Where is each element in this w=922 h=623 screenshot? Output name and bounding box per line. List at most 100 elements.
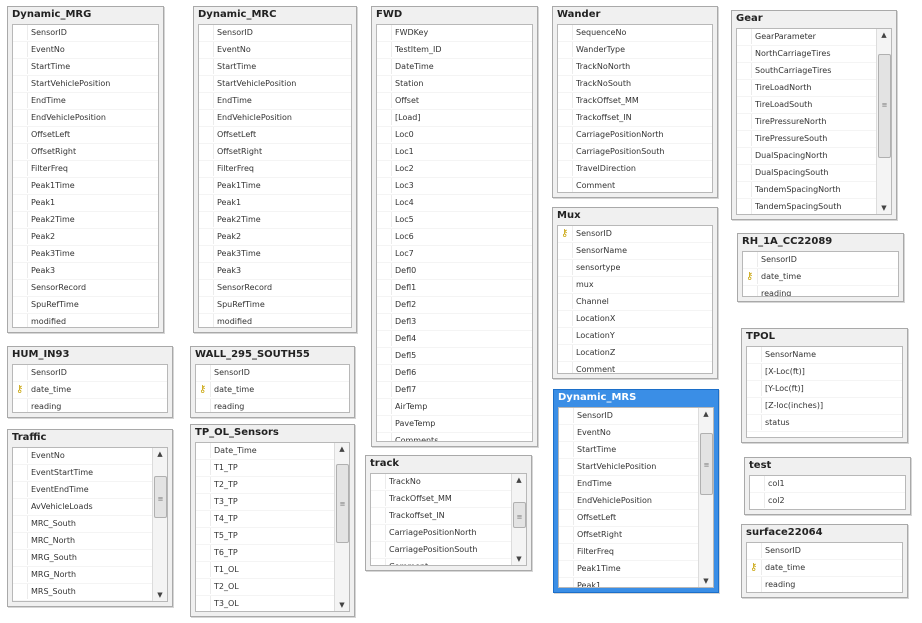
column-row[interactable]: mux [558,277,712,294]
scroll-thumb[interactable]: ≡ [513,501,526,528]
table-gear[interactable]: Gear GearParameter NorthCarriageTires South… [731,10,897,220]
row-selector[interactable] [377,229,392,244]
scroll-thumb[interactable]: ≡ [336,463,349,543]
row-selector[interactable] [747,398,762,413]
column-row[interactable]: T1_OL [196,562,334,579]
row-selector[interactable] [558,42,573,57]
table-title[interactable]: Mux [553,208,717,224]
row-selector[interactable] [199,195,214,210]
column-row[interactable]: SensorName [558,243,712,260]
column-row[interactable]: Peak1 [559,578,698,587]
row-selector[interactable] [13,297,28,312]
row-selector[interactable] [13,76,28,91]
column-row[interactable]: EndVehiclePosition [559,493,698,510]
table-title[interactable]: Dynamic_MRC [194,7,356,23]
row-selector[interactable] [13,399,28,412]
column-row[interactable]: [X-Loc(ft)] [747,364,902,381]
table-title[interactable]: surface22064 [742,525,907,541]
column-row[interactable]: CarriagePositionNorth [558,127,712,144]
row-selector[interactable] [737,182,752,197]
row-selector[interactable] [371,491,386,506]
column-row[interactable]: FWDKey [377,25,532,42]
row-selector[interactable] [199,229,214,244]
row-selector[interactable] [13,127,28,142]
row-selector[interactable] [558,328,573,343]
column-row[interactable]: MRC_South [13,516,152,533]
column-row[interactable]: reading [196,399,349,412]
row-selector[interactable] [199,110,214,125]
row-selector[interactable] [377,212,392,227]
column-row[interactable]: FilterFreq [559,544,698,561]
column-row[interactable]: Comment [558,178,712,192]
column-row[interactable]: Trackoffset_IN [558,110,712,127]
column-row[interactable]: SequenceNo [558,25,712,42]
table-wall-295-south55[interactable]: WALL_295_SOUTH55 SensorID ⚷ date_time readin… [190,346,355,418]
row-selector[interactable] [558,25,573,40]
row-selector[interactable] [199,263,214,278]
row-selector[interactable] [196,494,211,509]
arrow-down-icon[interactable]: ▼ [335,599,349,611]
row-selector[interactable] [13,144,28,159]
column-row[interactable]: ⚷ date_time [196,382,349,399]
column-row[interactable]: SensorID [743,252,898,269]
column-row[interactable]: TireLoadSouth [737,97,876,114]
column-row[interactable]: Peak1 [13,195,158,212]
row-selector[interactable] [199,76,214,91]
column-row[interactable]: Loc0 [377,127,532,144]
column-row[interactable]: Offset [377,93,532,110]
column-row[interactable]: Loc6 [377,229,532,246]
vertical-scrollbar[interactable]: ▲ ≡ ▼ [876,29,891,214]
row-selector[interactable] [737,63,752,78]
row-selector[interactable] [13,567,28,582]
column-row[interactable]: Comment [371,559,511,565]
row-selector[interactable] [199,127,214,142]
column-row[interactable]: LocationY [558,328,712,345]
vertical-scrollbar[interactable]: ▲ ≡ ▼ [698,408,713,587]
column-row[interactable]: OffsetLeft [199,127,351,144]
column-row[interactable]: SpuRefTime [13,297,158,314]
table-mux[interactable]: Mux ⚷ SensorID SensorName sensortype mux Chann… [552,207,718,379]
row-selector[interactable] [199,59,214,74]
row-selector[interactable] [199,42,214,57]
column-row[interactable]: AirTemp [377,399,532,416]
arrow-down-icon[interactable]: ▼ [877,202,891,214]
row-selector[interactable] [377,178,392,193]
row-selector[interactable] [377,297,392,312]
row-selector[interactable] [377,399,392,414]
column-row[interactable]: EndTime [559,476,698,493]
row-selector[interactable] [13,482,28,497]
row-selector[interactable] [13,280,28,295]
row-selector[interactable] [13,465,28,480]
row-selector[interactable] [13,59,28,74]
column-row[interactable]: T6_TP [196,545,334,562]
row-selector[interactable] [199,280,214,295]
column-row[interactable]: LocationZ [558,345,712,362]
column-row[interactable]: T5_TP [196,528,334,545]
row-selector[interactable] [196,545,211,560]
column-row[interactable]: DualSpacingNorth [737,148,876,165]
row-selector[interactable] [13,533,28,548]
table-wander[interactable]: Wander SequenceNo WanderType TrackNoNorth Tr… [552,6,718,198]
row-selector[interactable] [558,144,573,159]
column-row[interactable]: Peak1Time [13,178,158,195]
column-row[interactable]: SensorName [747,347,902,364]
row-selector[interactable] [747,347,762,362]
table-dynamic-mrg[interactable]: Dynamic_MRG SensorID EventNo StartTime Start… [7,6,164,333]
column-row[interactable]: StartVehiclePosition [559,459,698,476]
row-selector[interactable] [199,93,214,108]
row-selector[interactable] [371,542,386,557]
column-row[interactable]: T2_TP [196,477,334,494]
column-row[interactable]: GearParameter [737,29,876,46]
table-traffic[interactable]: Traffic EventNo EventStartTime EventEndTime… [7,429,173,607]
column-row[interactable]: Peak2 [199,229,351,246]
column-row[interactable]: modified [13,314,158,327]
row-selector[interactable] [196,365,211,380]
row-selector[interactable] [737,148,752,163]
row-selector[interactable] [559,578,574,587]
column-row[interactable]: SouthCarriageTires [737,63,876,80]
column-row[interactable]: TandemSpacingNorth [737,182,876,199]
row-selector[interactable] [196,579,211,594]
column-row[interactable]: EventNo [199,42,351,59]
row-selector[interactable] [737,80,752,95]
row-selector[interactable] [196,477,211,492]
